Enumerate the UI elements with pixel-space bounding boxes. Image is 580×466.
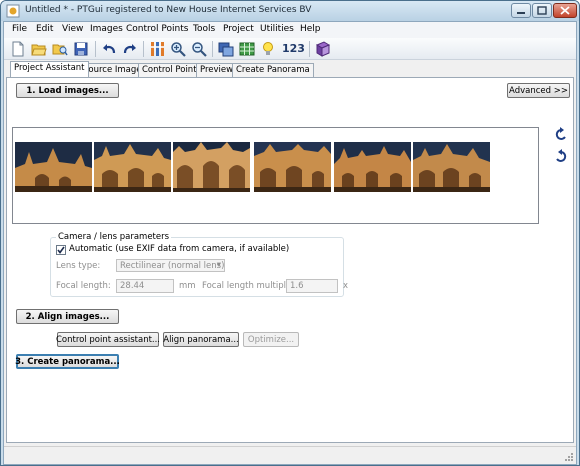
thumbnail-1[interactable] <box>15 142 92 192</box>
create-panorama-button[interactable]: 3. Create panorama... <box>15 354 120 369</box>
align-panorama-button[interactable]: Align panorama... <box>163 332 239 347</box>
toolbar: 123 <box>4 38 576 60</box>
cathedral-photo-3 <box>173 142 250 192</box>
minimize-icon <box>517 11 525 14</box>
thumbnail-5[interactable] <box>334 142 411 192</box>
open-folder-icon[interactable] <box>31 41 47 57</box>
ptgui-app-icon <box>6 4 20 18</box>
window-title: Untitled * - PTGui registered to New Hou… <box>25 5 312 15</box>
help-book-icon[interactable] <box>315 41 331 57</box>
grid-icon[interactable] <box>239 41 255 57</box>
cathedral-photo-5 <box>334 142 411 192</box>
cathedral-photo-6 <box>413 142 490 192</box>
redo-icon[interactable] <box>122 41 138 57</box>
thumbnail-3[interactable] <box>173 142 250 192</box>
save-icon[interactable] <box>73 41 89 57</box>
rotate-right-icon[interactable] <box>554 149 568 163</box>
menu-control-points[interactable]: Control Points <box>126 24 188 34</box>
thumbnail-4[interactable] <box>254 142 331 192</box>
cathedral-photo-1 <box>15 142 92 192</box>
zoom-out-icon[interactable] <box>191 41 207 57</box>
camera-lens-group-title: Camera / lens parameters <box>56 232 172 242</box>
checkmark-icon <box>57 246 65 254</box>
status-bar <box>4 446 576 464</box>
advanced-button[interactable]: Advanced >> <box>507 83 570 98</box>
menu-help[interactable]: Help <box>300 24 321 34</box>
toolbar-separator <box>309 41 310 57</box>
menu-bar: File Edit View Images Control Points Too… <box>4 22 576 38</box>
menu-file[interactable]: File <box>12 24 27 34</box>
tab-preview[interactable]: Preview <box>196 63 238 77</box>
multiplier-unit: x <box>343 281 349 291</box>
load-images-button[interactable]: 1. Load images... <box>16 83 119 98</box>
lens-type-select[interactable]: Rectilinear (normal lens) ▾ <box>116 259 225 272</box>
minimize-button[interactable] <box>511 3 531 18</box>
toolbar-separator <box>143 41 144 57</box>
chevron-down-icon: ▾ <box>216 260 221 270</box>
control-point-table-icon[interactable] <box>149 41 165 57</box>
focal-length-field[interactable]: 28.44 <box>116 279 174 293</box>
automatic-exif-label: Automatic (use EXIF data from camera, if… <box>69 244 290 254</box>
focal-length-label: Focal length: <box>56 281 111 291</box>
lightbulb-icon[interactable] <box>260 41 276 57</box>
app-window: Untitled * - PTGui registered to New Hou… <box>0 0 580 466</box>
toolbar-separator <box>95 41 96 57</box>
focal-length-unit: mm <box>179 281 196 291</box>
focal-length-multiplier-field[interactable]: 1.6 <box>286 279 338 293</box>
panorama-editor-icon[interactable] <box>218 41 234 57</box>
align-images-button[interactable]: 2. Align images... <box>16 309 119 324</box>
maximize-button[interactable] <box>532 3 552 18</box>
close-icon <box>560 6 570 15</box>
cathedral-photo-2 <box>94 142 171 192</box>
thumbnail-2[interactable] <box>94 142 171 192</box>
title-bar[interactable]: Untitled * - PTGui registered to New Hou… <box>1 1 579 21</box>
control-point-assistant-button[interactable]: Control point assistant... <box>56 332 160 347</box>
toolbar-separator <box>212 41 213 57</box>
menu-edit[interactable]: Edit <box>36 24 53 34</box>
new-project-icon[interactable] <box>10 41 26 57</box>
maximize-icon <box>537 6 547 15</box>
tab-create-panorama[interactable]: Create Panorama <box>232 63 314 77</box>
automatic-exif-checkbox[interactable] <box>56 245 66 255</box>
zoom-in-icon[interactable] <box>170 41 186 57</box>
tab-project-assistant[interactable]: Project Assistant <box>10 61 89 77</box>
optimize-button[interactable]: Optimize... <box>243 332 299 347</box>
project-assistant-panel: 1. Load images... Advanced >> Camera / l… <box>6 77 574 443</box>
rotate-left-icon[interactable] <box>554 127 568 141</box>
numbering-button[interactable]: 123 <box>282 42 305 55</box>
undo-icon[interactable] <box>101 41 117 57</box>
client-area: File Edit View Images Control Points Too… <box>3 21 577 465</box>
lens-type-value: Rectilinear (normal lens) <box>120 261 225 271</box>
camera-lens-parameters-group: Camera / lens parameters Automatic (use … <box>50 232 348 297</box>
tab-control-points[interactable]: Control Points <box>138 63 205 77</box>
close-button[interactable] <box>553 3 577 18</box>
menu-images[interactable]: Images <box>90 24 123 34</box>
zoom-folder-icon[interactable] <box>52 41 68 57</box>
menu-tools[interactable]: Tools <box>193 24 215 34</box>
cathedral-photo-4 <box>254 142 331 192</box>
menu-utilities[interactable]: Utilities <box>260 24 294 34</box>
thumbnail-6[interactable] <box>413 142 490 192</box>
image-thumbnail-list[interactable] <box>12 127 539 224</box>
menu-view[interactable]: View <box>62 24 83 34</box>
menu-project[interactable]: Project <box>223 24 254 34</box>
lens-type-label: Lens type: <box>56 261 101 271</box>
tab-strip: Project Assistant Source Images Control … <box>4 61 576 77</box>
resize-grip-icon[interactable] <box>564 452 574 462</box>
